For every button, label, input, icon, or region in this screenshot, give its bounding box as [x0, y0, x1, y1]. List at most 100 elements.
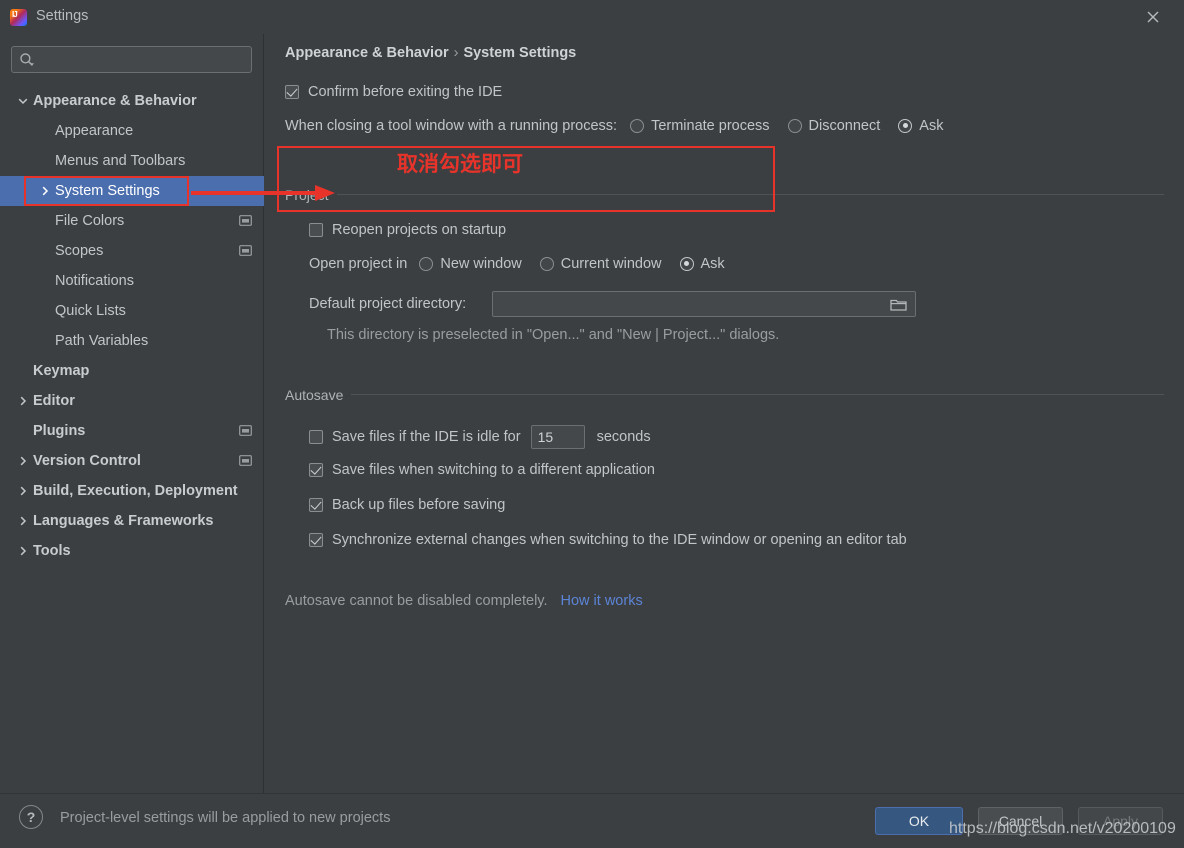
sidebar-item-tools[interactable]: Tools: [0, 536, 264, 566]
chevron-right-icon[interactable]: [16, 544, 30, 558]
autosave-idle-seconds-suffix: seconds: [596, 429, 651, 445]
annotation-text: 取消勾选即可: [397, 152, 523, 176]
settings-sidebar: Appearance & Behavior Appearance Menus and…: [0, 34, 264, 793]
close-icon: [1147, 11, 1159, 23]
folder-icon[interactable]: [890, 297, 907, 312]
closing-tool-window-row: When closing a tool window with a runnin…: [285, 118, 961, 134]
autosave-option-row[interactable]: Back up files before saving: [309, 497, 505, 513]
sidebar-item-build-execution-deployment[interactable]: Build, Execution, Deployment: [0, 476, 264, 506]
sidebar-item-system-settings[interactable]: System Settings: [0, 176, 264, 206]
default-directory-hint: This directory is preselected in "Open..…: [327, 327, 779, 343]
sidebar-item-menus-and-toolbars[interactable]: Menus and Toolbars: [0, 146, 264, 176]
default-project-directory-field[interactable]: [492, 291, 916, 317]
sidebar-item-path-variables[interactable]: Path Variables: [0, 326, 264, 356]
open-project-in-radio[interactable]: [679, 257, 694, 271]
sidebar-item-label: Version Control: [33, 453, 141, 469]
autosave-option-checkbox[interactable]: [309, 498, 323, 512]
settings-tree: Appearance & Behavior Appearance Menus and…: [0, 86, 264, 566]
sidebar-item-file-colors[interactable]: File Colors: [0, 206, 264, 236]
chevron-right-icon[interactable]: [16, 454, 30, 468]
confirm-exit-row[interactable]: Confirm before exiting the IDE: [285, 84, 502, 100]
chevron-right-icon[interactable]: [16, 514, 30, 528]
autosave-option-row[interactable]: Save files when switching to a different…: [309, 462, 655, 478]
sidebar-item-label: Keymap: [33, 363, 90, 379]
search-field-wrapper: [11, 46, 252, 73]
intellij-idea-logo: [10, 9, 27, 26]
project-level-setting-icon: [239, 214, 252, 227]
closing-tool-window-radio[interactable]: [630, 119, 645, 133]
chevron-right-icon[interactable]: [16, 484, 30, 498]
sidebar-item-label: System Settings: [55, 183, 160, 199]
sidebar-item-appearance[interactable]: Appearance: [0, 116, 264, 146]
closing-tool-window-option-terminate-process[interactable]: Terminate process: [630, 118, 770, 134]
sidebar-item-label: Scopes: [55, 243, 104, 259]
content-scrollbar[interactable]: [1180, 34, 1184, 793]
autosave-option-row[interactable]: Synchronize external changes when switch…: [309, 532, 907, 548]
breadcrumb: Appearance & Behavior › System Settings: [285, 45, 576, 61]
help-button[interactable]: ?: [19, 805, 43, 829]
confirm-exit-checkbox[interactable]: [285, 85, 299, 99]
sidebar-item-appearance-behavior[interactable]: Appearance & Behavior: [0, 86, 264, 116]
closing-tool-window-label: When closing a tool window with a runnin…: [285, 118, 618, 134]
reopen-projects-label: Reopen projects on startup: [332, 222, 507, 238]
reopen-projects-row[interactable]: Reopen projects on startup: [309, 222, 506, 238]
autosave-option-row[interactable]: Save files if the IDE is idle for seconds: [309, 425, 651, 449]
chevron-right-icon[interactable]: [38, 184, 52, 198]
how-it-works-link[interactable]: How it works: [561, 593, 643, 609]
sidebar-item-languages-frameworks[interactable]: Languages & Frameworks: [0, 506, 264, 536]
autosave-option-checkbox[interactable]: [309, 463, 323, 477]
sidebar-item-label: Quick Lists: [55, 303, 126, 319]
breadcrumb-separator: ›: [453, 45, 459, 61]
sidebar-item-label: Languages & Frameworks: [33, 513, 214, 529]
autosave-option-checkbox[interactable]: [309, 430, 323, 444]
sidebar-item-label: Appearance & Behavior: [33, 93, 197, 109]
chevron-down-icon[interactable]: [16, 94, 30, 108]
open-project-in-radio-label: Current window: [560, 256, 662, 272]
open-project-in-option-ask[interactable]: Ask: [679, 256, 725, 272]
closing-tool-window-radio[interactable]: [787, 119, 802, 133]
autosave-option-label: Save files if the IDE is idle for: [332, 429, 521, 445]
search-input[interactable]: [11, 46, 252, 73]
sidebar-item-editor[interactable]: Editor: [0, 386, 264, 416]
closing-tool-window-radio-label: Ask: [919, 118, 944, 134]
sidebar-item-notifications[interactable]: Notifications: [0, 266, 264, 296]
sidebar-item-keymap[interactable]: Keymap: [0, 356, 264, 386]
open-project-in-row: Open project in New window Current window…: [309, 256, 743, 272]
sidebar-item-plugins[interactable]: Plugins: [0, 416, 264, 446]
autosave-idle-seconds-input[interactable]: [530, 425, 585, 449]
sidebar-item-version-control[interactable]: Version Control: [0, 446, 264, 476]
sidebar-item-label: Appearance: [55, 123, 134, 139]
open-project-in-label: Open project in: [309, 256, 408, 272]
closing-tool-window-option-ask[interactable]: Ask: [898, 118, 943, 134]
sidebar-item-label: Build, Execution, Deployment: [33, 483, 238, 499]
open-project-in-radio-label: New window: [440, 256, 522, 272]
closing-tool-window-radio-group: Terminate process Disconnect Ask: [630, 118, 961, 134]
open-project-in-option-new-window[interactable]: New window: [419, 256, 522, 272]
breadcrumb-leaf: System Settings: [463, 45, 577, 61]
sidebar-item-quick-lists[interactable]: Quick Lists: [0, 296, 264, 326]
closing-tool-window-radio[interactable]: [898, 119, 913, 133]
close-button[interactable]: [1130, 0, 1176, 34]
project-group-title: Project: [285, 187, 337, 203]
sidebar-item-label: Notifications: [55, 273, 134, 289]
autosave-option-label: Save files when switching to a different…: [332, 462, 655, 478]
chevron-right-icon[interactable]: [16, 394, 30, 408]
autosave-option-label: Back up files before saving: [332, 497, 506, 513]
sidebar-item-label: Plugins: [33, 423, 86, 439]
open-project-in-radio[interactable]: [419, 257, 434, 271]
project-level-setting-icon: [239, 244, 252, 257]
open-project-in-radio[interactable]: [539, 257, 554, 271]
autosave-group-title: Autosave: [285, 387, 352, 403]
sidebar-item-label: File Colors: [55, 213, 125, 229]
breadcrumb-root[interactable]: Appearance & Behavior: [285, 45, 449, 61]
sidebar-item-scopes[interactable]: Scopes: [0, 236, 264, 266]
reopen-projects-checkbox[interactable]: [309, 223, 323, 237]
window-title: Settings: [36, 8, 89, 24]
closing-tool-window-option-disconnect[interactable]: Disconnect: [787, 118, 880, 134]
open-project-in-option-current-window[interactable]: Current window: [539, 256, 662, 272]
autosave-option-checkbox[interactable]: [309, 533, 323, 547]
